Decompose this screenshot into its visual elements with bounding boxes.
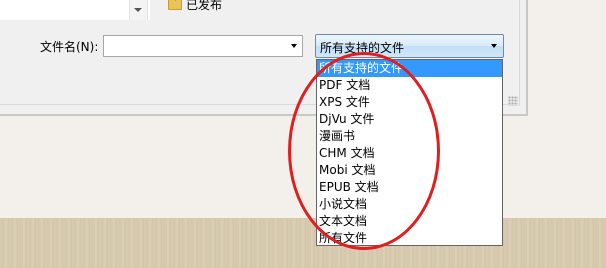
file-type-option[interactable]: EPUB 文档 [317, 179, 502, 196]
folder-item-label: 已发布 [186, 0, 223, 12]
file-type-select[interactable]: 所有支持的文件 [315, 34, 504, 58]
file-type-option[interactable]: XPS 文件 [317, 94, 502, 111]
folder-item[interactable]: 已发布 [168, 0, 223, 12]
file-type-option[interactable]: 小说文档 [317, 196, 502, 213]
dialog-right-border [519, 0, 520, 106]
file-type-option[interactable]: CHM 文档 [317, 145, 502, 162]
scroll-down-icon[interactable] [134, 8, 142, 12]
file-type-option[interactable]: Mobi 文档 [317, 162, 502, 179]
file-type-option[interactable]: 文本文档 [317, 213, 502, 230]
tree-scrollbar[interactable] [129, 0, 148, 20]
file-type-option[interactable]: 漫画书 [317, 128, 502, 145]
chevron-down-icon[interactable] [491, 44, 497, 48]
file-type-option[interactable]: 所有文件 [317, 230, 502, 247]
chevron-down-icon[interactable] [291, 44, 297, 48]
file-type-selected: 所有支持的文件 [320, 41, 405, 55]
file-name-combobox[interactable] [103, 35, 303, 57]
desktop-background [0, 218, 606, 268]
file-type-dropdown-list: 所有支持的文件 PDF 文档 XPS 文件 DjVu 文件 漫画书 CHM 文档… [316, 59, 503, 246]
folder-icon [168, 0, 182, 10]
file-name-label: 文件名(N): [40, 40, 99, 54]
file-type-option[interactable]: PDF 文档 [317, 77, 502, 94]
folder-tree-pane [0, 0, 150, 20]
file-type-option[interactable]: 所有支持的文件 [317, 60, 502, 77]
file-type-option[interactable]: DjVu 文件 [317, 111, 502, 128]
